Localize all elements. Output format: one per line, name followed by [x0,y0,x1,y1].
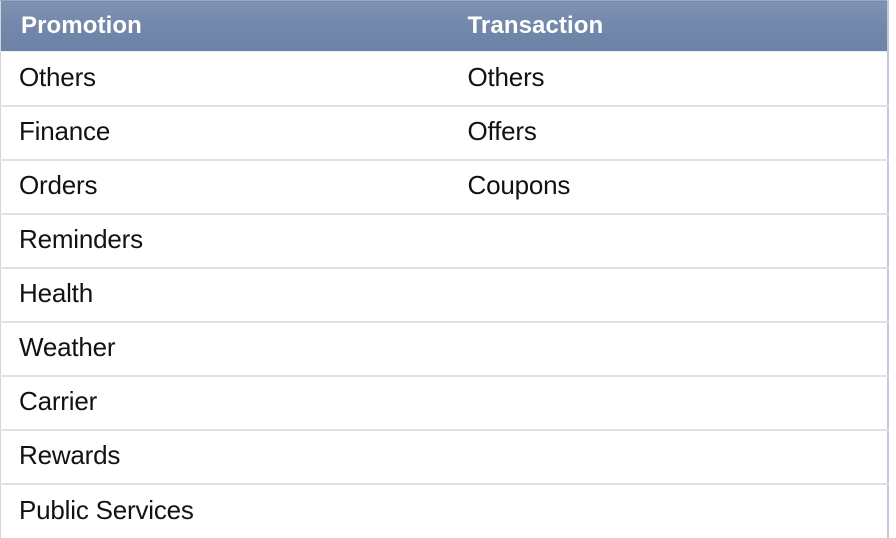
cell-promotion-text: Rewards [19,440,121,470]
table-row[interactable]: Public Services [0,482,888,538]
table-row[interactable]: Orders Coupons [0,158,888,214]
promotion-transaction-table: Promotion Transaction Others Others Financ… [0,0,889,538]
cell-promotion-text: Finance [19,116,111,146]
cell-transaction-text: Others [467,61,545,92]
cell-transaction [445,320,888,376]
cell-transaction: Offers [445,104,888,160]
cell-transaction-text: Offers [467,116,537,146]
cell-transaction-text: Coupons [467,170,571,200]
column-header-promotion[interactable]: Promotion [0,0,446,52]
cell-promotion: Public Services [0,482,446,538]
table-row[interactable]: Health [0,266,888,322]
cell-transaction: Coupons [445,158,888,214]
cell-promotion: Orders [0,158,446,214]
cell-transaction [445,482,888,538]
cell-promotion-text: Others [19,61,96,92]
cell-transaction: Others [445,51,888,106]
table-container: Promotion Transaction Others Others Financ… [0,0,896,538]
cell-promotion: Rewards [0,428,446,484]
cell-promotion: Others [0,51,446,106]
column-header-transaction[interactable]: Transaction [445,0,888,52]
table-row[interactable]: Reminders [0,212,888,268]
cell-transaction [445,212,888,268]
cell-promotion-text: Public Services [19,494,194,525]
cell-promotion: Health [0,266,446,322]
table-header-row: Promotion Transaction [0,0,888,52]
table-row[interactable]: Finance Offers [0,104,888,160]
cell-promotion: Reminders [0,212,446,268]
cell-promotion-text: Health [19,278,93,308]
table-row[interactable]: Carrier [0,374,888,430]
table-header: Promotion Transaction [0,0,888,52]
cell-promotion-text: Orders [19,170,98,200]
cell-promotion: Weather [0,320,446,376]
cell-promotion-text: Reminders [19,224,143,254]
cell-transaction [445,266,888,322]
cell-promotion-text: Weather [19,332,116,362]
cell-transaction [445,428,888,484]
cell-promotion: Carrier [0,374,446,430]
table-row[interactable]: Others Others [0,51,888,106]
table-body: Others Others Finance Offers Orders Coupons Re… [0,51,888,538]
cell-transaction [445,374,888,430]
table-row[interactable]: Rewards [0,428,888,484]
cell-promotion: Finance [0,104,446,160]
table-row[interactable]: Weather [0,320,888,376]
cell-promotion-text: Carrier [19,386,98,416]
